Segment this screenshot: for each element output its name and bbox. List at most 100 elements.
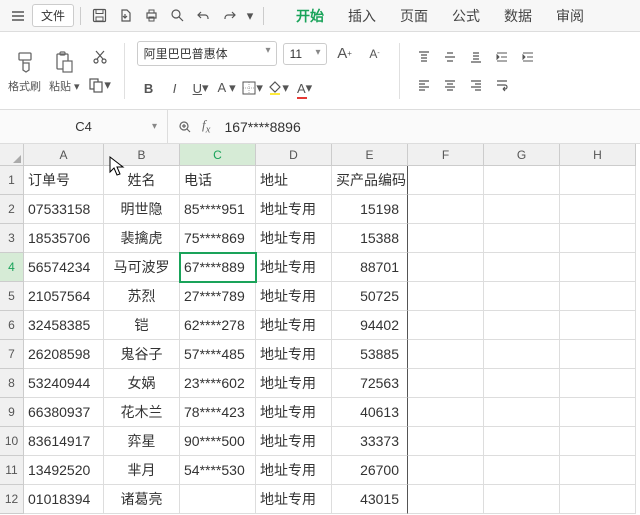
column-header[interactable]: D	[256, 144, 332, 166]
row-header[interactable]: 1	[0, 166, 24, 195]
cut-icon[interactable]	[88, 45, 112, 69]
cell[interactable]: 67****889	[180, 253, 256, 282]
cell[interactable]	[560, 369, 636, 398]
font-color-button[interactable]: A ▾	[293, 76, 317, 100]
fx-label[interactable]: fx	[202, 117, 210, 136]
format-painter-icon[interactable]	[11, 48, 39, 76]
cell[interactable]: 57****485	[180, 340, 256, 369]
cell[interactable]: 15198	[332, 195, 408, 224]
cell[interactable]: 买产品编码	[332, 166, 408, 195]
expand-icon[interactable]	[178, 120, 192, 134]
cell[interactable]: 诸葛亮	[104, 485, 180, 514]
cell[interactable]: 地址专用	[256, 340, 332, 369]
hamburger-icon[interactable]	[6, 4, 30, 28]
cell[interactable]	[408, 282, 484, 311]
decrease-font-icon[interactable]: A-	[363, 42, 387, 66]
fill-color-button[interactable]: ▾	[267, 76, 291, 100]
cell[interactable]	[484, 427, 560, 456]
cell[interactable]: 苏烈	[104, 282, 180, 311]
cell[interactable]	[484, 340, 560, 369]
cell[interactable]: 40613	[332, 398, 408, 427]
tab-formula[interactable]: 公式	[450, 2, 482, 30]
cell[interactable]: 明世隐	[104, 195, 180, 224]
row-header[interactable]: 6	[0, 311, 24, 340]
row-header[interactable]: 10	[0, 427, 24, 456]
cell[interactable]: 88701	[332, 253, 408, 282]
tab-review[interactable]: 审阅	[554, 2, 586, 30]
cell[interactable]: 78****423	[180, 398, 256, 427]
cell[interactable]: 23****602	[180, 369, 256, 398]
tab-insert[interactable]: 插入	[346, 2, 378, 30]
cell[interactable]	[408, 398, 484, 427]
align-left-icon[interactable]	[412, 73, 436, 97]
column-header[interactable]: B	[104, 144, 180, 166]
formula-input[interactable]: 167****8896	[220, 119, 300, 135]
row-header[interactable]: 7	[0, 340, 24, 369]
increase-indent-icon[interactable]	[516, 45, 540, 69]
cell[interactable]: 50725	[332, 282, 408, 311]
cell[interactable]	[560, 224, 636, 253]
cell[interactable]	[180, 485, 256, 514]
cell[interactable]	[560, 253, 636, 282]
cell[interactable]: 地址专用	[256, 195, 332, 224]
font-style-button[interactable]: A ▾	[215, 76, 239, 100]
tab-page[interactable]: 页面	[398, 2, 430, 30]
cell[interactable]: 地址专用	[256, 369, 332, 398]
tab-home[interactable]: 开始	[294, 2, 326, 30]
cell[interactable]: 18535706	[24, 224, 104, 253]
copy-icon[interactable]: ▾	[88, 73, 112, 97]
cell[interactable]	[560, 427, 636, 456]
align-top-icon[interactable]	[412, 45, 436, 69]
cell[interactable]	[408, 456, 484, 485]
row-header[interactable]: 4	[0, 253, 24, 282]
cell[interactable]	[484, 485, 560, 514]
cell[interactable]: 26208598	[24, 340, 104, 369]
cell[interactable]	[484, 369, 560, 398]
dropdown-icon[interactable]: ▾	[243, 4, 257, 28]
align-right-icon[interactable]	[464, 73, 488, 97]
cell[interactable]: 27****789	[180, 282, 256, 311]
cell[interactable]: 21057564	[24, 282, 104, 311]
cell[interactable]	[484, 195, 560, 224]
cell[interactable]	[408, 224, 484, 253]
cell[interactable]	[484, 398, 560, 427]
cell[interactable]	[484, 311, 560, 340]
cell[interactable]	[560, 485, 636, 514]
cell[interactable]: 72563	[332, 369, 408, 398]
redo-icon[interactable]	[217, 4, 241, 28]
cell[interactable]: 马可波罗	[104, 253, 180, 282]
cell[interactable]: 地址专用	[256, 398, 332, 427]
cell[interactable]: 弈星	[104, 427, 180, 456]
cell[interactable]	[560, 195, 636, 224]
column-header[interactable]: C	[180, 144, 256, 166]
cell[interactable]: 90****500	[180, 427, 256, 456]
cell[interactable]: 83614917	[24, 427, 104, 456]
cell[interactable]: 地址专用	[256, 427, 332, 456]
cell[interactable]: 地址专用	[256, 456, 332, 485]
export-icon[interactable]	[113, 4, 137, 28]
cell[interactable]	[560, 282, 636, 311]
align-bottom-icon[interactable]	[464, 45, 488, 69]
cell[interactable]: 鬼谷子	[104, 340, 180, 369]
cell[interactable]: 电话	[180, 166, 256, 195]
increase-font-icon[interactable]: A+	[333, 42, 357, 66]
cell[interactable]: 地址专用	[256, 253, 332, 282]
decrease-indent-icon[interactable]	[490, 45, 514, 69]
cell[interactable]: 32458385	[24, 311, 104, 340]
cell[interactable]: 裴擒虎	[104, 224, 180, 253]
cell[interactable]	[560, 311, 636, 340]
column-header[interactable]: E	[332, 144, 408, 166]
row-header[interactable]: 5	[0, 282, 24, 311]
underline-button[interactable]: U ▾	[189, 76, 213, 100]
cell[interactable]: 花木兰	[104, 398, 180, 427]
name-box[interactable]: C4 ▾	[0, 110, 168, 143]
cell[interactable]: 13492520	[24, 456, 104, 485]
cell[interactable]: 女娲	[104, 369, 180, 398]
cell[interactable]: 07533158	[24, 195, 104, 224]
font-name-select[interactable]: 阿里巴巴普惠体	[137, 41, 277, 66]
file-menu[interactable]: 文件	[32, 4, 74, 27]
wrap-text-icon[interactable]	[490, 73, 514, 97]
row-header[interactable]: 8	[0, 369, 24, 398]
align-middle-icon[interactable]	[438, 45, 462, 69]
cell[interactable]	[484, 224, 560, 253]
